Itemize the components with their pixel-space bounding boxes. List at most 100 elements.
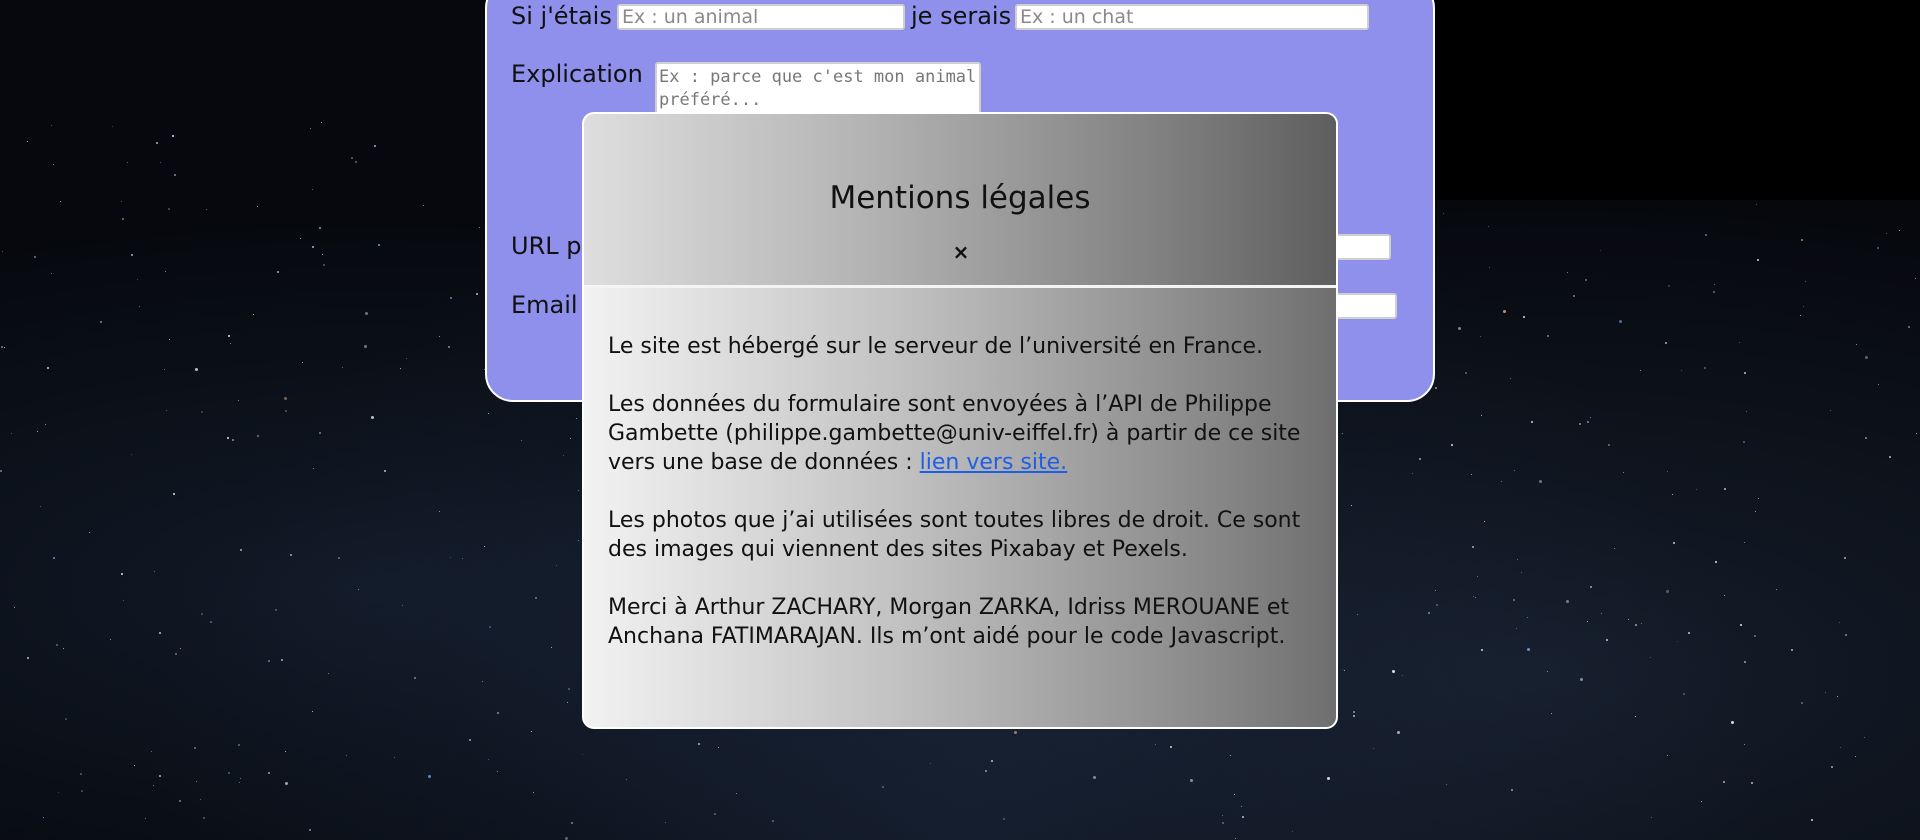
star-dot — [358, 588, 360, 590]
star-dot — [578, 540, 580, 542]
star-dot — [180, 647, 182, 649]
star-dot — [1701, 800, 1702, 802]
modal-title: Mentions légales — [829, 180, 1091, 216]
star-dot — [1435, 387, 1438, 390]
star-dot — [1154, 744, 1156, 746]
star-dot — [1435, 589, 1437, 591]
star-dot — [1801, 701, 1804, 704]
star-dot — [309, 128, 311, 130]
star-dot — [239, 777, 241, 779]
star-dot — [569, 437, 571, 439]
star-dot — [267, 659, 270, 662]
star-dot — [1650, 656, 1652, 658]
star-dot — [1412, 473, 1414, 475]
email-label: Email — [511, 291, 578, 319]
star-dot — [139, 306, 141, 308]
star-dot — [1623, 472, 1625, 474]
close-button[interactable]: × — [949, 240, 973, 264]
star-dot — [1801, 239, 1804, 242]
star-dot — [530, 731, 532, 733]
star-dot — [47, 367, 50, 370]
star-dot — [1234, 794, 1236, 796]
star-dot — [1640, 369, 1642, 371]
star-dot — [156, 142, 159, 145]
star-dot — [126, 161, 128, 163]
star-dot — [1476, 576, 1478, 578]
star-dot — [268, 771, 271, 774]
star-dot — [308, 829, 311, 832]
star-dot — [13, 607, 15, 609]
star-dot — [165, 271, 167, 273]
star-dot — [1428, 611, 1431, 614]
star-dot — [1584, 279, 1587, 282]
je-serais-input[interactable] — [1015, 4, 1369, 30]
star-dot — [210, 621, 213, 624]
star-dot — [1837, 695, 1839, 697]
star-dot — [158, 774, 161, 777]
star-dot — [120, 572, 123, 575]
star-dot — [1526, 648, 1530, 652]
star-dot — [1608, 443, 1611, 446]
star-dot — [64, 718, 67, 721]
star-dot — [1587, 621, 1589, 623]
star-dot — [1799, 315, 1801, 317]
star-dot — [577, 490, 579, 492]
star-dot — [1775, 589, 1777, 591]
star-dot — [1520, 572, 1522, 574]
star-dot — [43, 816, 45, 818]
star-dot — [1470, 474, 1472, 476]
hosting-paragraph: Le site est hébergé sur le serveur de l’… — [608, 334, 1264, 359]
star-dot — [566, 701, 568, 703]
star-dot — [134, 765, 136, 767]
star-dot — [1855, 343, 1857, 345]
star-dot — [311, 711, 313, 713]
star-dot — [479, 226, 481, 228]
star-dot — [1916, 433, 1918, 435]
star-dot — [59, 201, 61, 203]
star-dot — [625, 778, 627, 780]
star-dot — [1885, 233, 1887, 235]
star-dot — [383, 470, 386, 473]
star-dot — [1811, 819, 1814, 822]
star-dot — [1480, 648, 1483, 651]
star-dot — [1475, 596, 1477, 598]
legal-notice-modal: Mentions légales × Le site est hébergé s… — [582, 112, 1338, 729]
star-dot — [1590, 586, 1593, 589]
star-dot — [131, 253, 134, 256]
star-dot — [1522, 315, 1525, 318]
star-dot — [1464, 371, 1467, 374]
star-dot — [1739, 342, 1741, 344]
si-jetais-input[interactable] — [617, 4, 905, 30]
star-dot — [413, 677, 416, 680]
star-dot — [1221, 821, 1224, 824]
star-dot — [1840, 747, 1842, 748]
star-dot — [496, 771, 498, 773]
star-dot — [194, 747, 197, 750]
star-dot — [121, 217, 124, 220]
star-dot — [312, 188, 314, 190]
star-dot — [1695, 488, 1697, 490]
site-link[interactable]: lien vers site. — [920, 450, 1067, 475]
star-dot — [285, 750, 287, 752]
star-dot — [469, 739, 472, 742]
star-dot — [237, 743, 240, 746]
star-dot — [150, 751, 152, 753]
star-dot — [1551, 712, 1553, 714]
star-dot — [165, 409, 167, 411]
star-dot — [318, 431, 321, 434]
star-dot — [169, 339, 171, 341]
star-dot — [406, 357, 408, 359]
star-dot — [88, 532, 90, 534]
star-dot — [1291, 830, 1293, 832]
star-dot — [1590, 416, 1592, 418]
star-dot — [1, 250, 3, 252]
star-dot — [274, 609, 277, 612]
star-dot — [374, 145, 377, 148]
star-dot — [772, 820, 775, 823]
star-dot — [1397, 731, 1401, 735]
star-dot — [26, 141, 28, 143]
star-dot — [120, 200, 122, 202]
star-dot — [1500, 480, 1502, 482]
star-dot — [665, 821, 667, 823]
star-dot — [1756, 259, 1759, 262]
